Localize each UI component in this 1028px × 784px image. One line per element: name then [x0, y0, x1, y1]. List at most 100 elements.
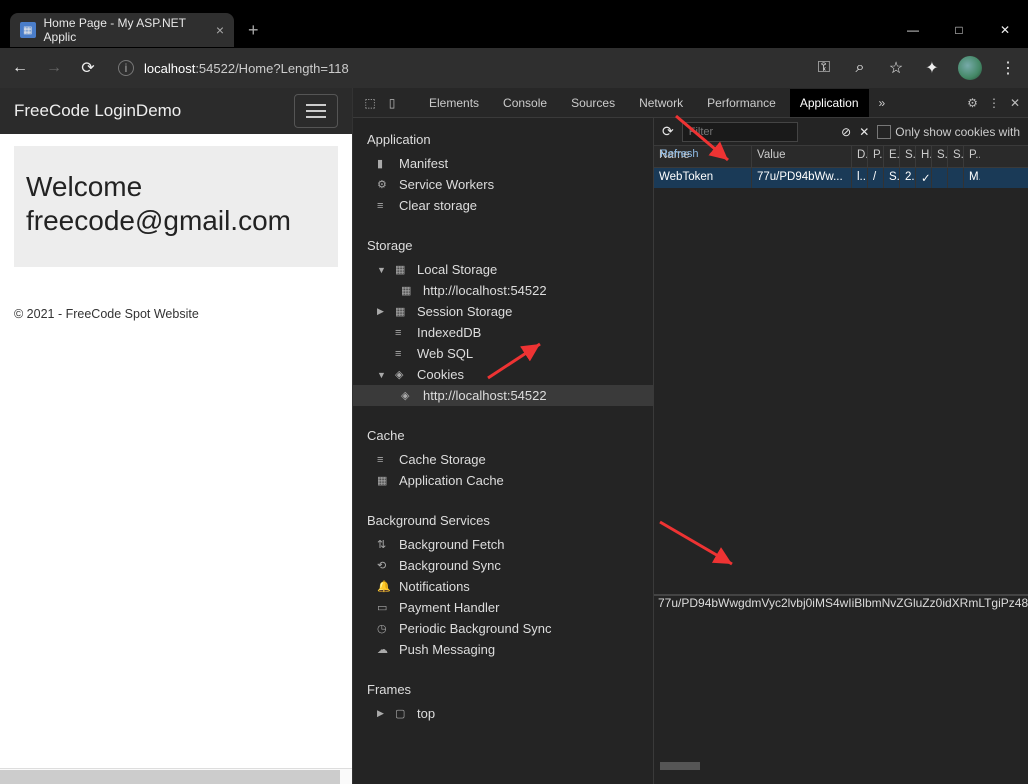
site-info-icon[interactable]: i — [118, 60, 134, 76]
devtools-tab-sources[interactable]: Sources — [561, 89, 625, 117]
nav-toggle-button[interactable] — [294, 94, 338, 128]
sidebar-item-application-cache[interactable]: ▦Application Cache — [353, 470, 653, 491]
database-icon: ≡ — [377, 454, 391, 466]
sidebar-item-cookies[interactable]: ▼◈Cookies — [353, 364, 653, 385]
cookie-detail-pane[interactable]: 77u/PD94bWwgdmVyc2lvbj0iMS4wIiBlbmNvZGlu… — [654, 594, 1028, 774]
window-maximize[interactable]: □ — [936, 12, 982, 48]
detail-scrollbar[interactable] — [654, 762, 1028, 772]
section-storage: Storage — [353, 232, 653, 259]
bookmark-star-icon[interactable]: ☆ — [886, 58, 906, 78]
col-value[interactable]: Value — [752, 146, 852, 167]
sidebar-item-session-storage[interactable]: ▶▦Session Storage — [353, 301, 653, 322]
delete-icon[interactable]: ✕ — [859, 125, 869, 139]
settings-gear-icon[interactable]: ⚙ — [967, 96, 978, 110]
database-icon: ≡ — [377, 200, 391, 212]
window-minimize[interactable]: — — [890, 12, 936, 48]
sidebar-item-manifest[interactable]: ▮Manifest — [353, 153, 653, 174]
horizontal-scrollbar[interactable] — [0, 768, 352, 784]
tab-title: Home Page - My ASP.NET Applic — [44, 16, 216, 44]
device-toggle-icon[interactable]: ▯ — [383, 96, 401, 110]
document-icon: ▮ — [377, 157, 391, 170]
cookie-name: WebToken — [654, 168, 752, 188]
expand-icon[interactable]: ▼ — [377, 265, 387, 275]
col-httponly[interactable]: H. — [916, 146, 932, 167]
clear-all-icon[interactable]: ⊘ — [841, 125, 851, 139]
site-brand[interactable]: FreeCode LoginDemo — [14, 101, 181, 121]
gear-icon: ⚙ — [377, 178, 391, 191]
close-devtools-icon[interactable]: ✕ — [1010, 96, 1020, 110]
inspect-icon[interactable]: ⬚ — [361, 96, 379, 110]
clock-icon: ◷ — [377, 622, 391, 635]
expand-icon[interactable]: ▶ — [377, 306, 387, 317]
search-icon[interactable]: ⌕ — [850, 59, 870, 77]
sidebar-item-cookies-origin[interactable]: ◈http://localhost:54522 — [353, 385, 653, 406]
reload-button[interactable]: ⟳ — [78, 58, 98, 78]
address-bar[interactable]: i localhost:54522/Home?Length=118 — [112, 54, 800, 82]
devtools-tab-elements[interactable]: Elements — [419, 89, 489, 117]
sidebar-item-websql[interactable]: ≡Web SQL — [353, 343, 653, 364]
expand-icon[interactable]: ▶ — [377, 708, 387, 719]
menu-icon[interactable]: ⋮ — [998, 58, 1018, 78]
only-cookies-checkbox[interactable]: Only show cookies with — [877, 125, 1020, 139]
col-samesite[interactable]: S.. — [948, 146, 964, 167]
sidebar-item-periodic-sync[interactable]: ◷Periodic Background Sync — [353, 618, 653, 639]
sidebar-item-indexeddb[interactable]: ≡IndexedDB — [353, 322, 653, 343]
grid-icon: ▦ — [395, 263, 409, 276]
expand-icon[interactable]: ▼ — [377, 370, 387, 380]
extensions-icon[interactable]: ✦ — [922, 58, 942, 78]
devtools-tab-performance[interactable]: Performance — [697, 89, 786, 117]
sidebar-item-service-workers[interactable]: ⚙Service Workers — [353, 174, 653, 195]
window-close[interactable]: ✕ — [982, 12, 1028, 48]
filter-input[interactable] — [682, 122, 798, 142]
sidebar-item-push-messaging[interactable]: ☁Push Messaging — [353, 639, 653, 660]
col-size[interactable]: S.. — [900, 146, 916, 167]
refresh-icon[interactable]: ⟳ — [662, 123, 674, 140]
sidebar-item-clear-storage[interactable]: ≡Clear storage — [353, 195, 653, 216]
fetch-icon: ⇅ — [377, 538, 391, 551]
section-background: Background Services — [353, 507, 653, 534]
browser-tab[interactable]: ▦ Home Page - My ASP.NET Applic × — [10, 13, 234, 47]
close-tab-icon[interactable]: × — [216, 22, 224, 38]
devtools-tab-application[interactable]: Application — [790, 89, 869, 117]
col-domain[interactable]: D. — [852, 146, 868, 167]
devtools-menu-icon[interactable]: ⋮ — [988, 96, 1000, 110]
refresh-tooltip: Refresh — [660, 148, 699, 160]
col-expires[interactable]: E.. — [884, 146, 900, 167]
grid-icon: ▦ — [377, 474, 391, 487]
sidebar-item-top-frame[interactable]: ▶▢top — [353, 703, 653, 724]
col-path[interactable]: P. — [868, 146, 884, 167]
devtools-tab-console[interactable]: Console — [493, 89, 557, 117]
devtools-more-tabs[interactable]: » — [873, 96, 892, 110]
url-text: localhost:54522/Home?Length=118 — [144, 61, 349, 76]
sidebar-item-payment-handler[interactable]: ▭Payment Handler — [353, 597, 653, 618]
cookie-value: 77u/PD94bWw... — [752, 168, 852, 188]
grid-icon: ▦ — [395, 305, 409, 318]
section-frames: Frames — [353, 676, 653, 703]
section-cache: Cache — [353, 422, 653, 449]
welcome-heading: Welcome freecode@gmail.com — [26, 170, 326, 237]
col-secure[interactable]: S.. — [932, 146, 948, 167]
sidebar-item-background-fetch[interactable]: ⇅Background Fetch — [353, 534, 653, 555]
sidebar-item-local-storage-origin[interactable]: ▦http://localhost:54522 — [353, 280, 653, 301]
cookie-row[interactable]: WebToken 77u/PD94bWw... l... / S... 2...… — [654, 168, 1028, 188]
grid-icon: ▦ — [401, 284, 415, 297]
card-icon: ▭ — [377, 601, 391, 614]
database-icon: ≡ — [395, 327, 409, 339]
devtools-tab-network[interactable]: Network — [629, 89, 693, 117]
password-key-icon[interactable]: ⚿ — [814, 59, 834, 77]
col-priority[interactable]: P.. — [964, 146, 980, 167]
sidebar-item-local-storage[interactable]: ▼▦Local Storage — [353, 259, 653, 280]
sidebar-item-cache-storage[interactable]: ≡Cache Storage — [353, 449, 653, 470]
sync-icon: ⟲ — [377, 559, 391, 572]
sidebar-item-background-sync[interactable]: ⟲Background Sync — [353, 555, 653, 576]
welcome-card: Welcome freecode@gmail.com — [14, 146, 338, 267]
frame-icon: ▢ — [395, 707, 409, 720]
sidebar-item-notifications[interactable]: 🔔Notifications — [353, 576, 653, 597]
profile-avatar[interactable] — [958, 56, 982, 80]
page-footer: © 2021 - FreeCode Spot Website — [14, 307, 338, 321]
cookie-icon: ◈ — [401, 389, 415, 402]
back-button[interactable]: ← — [10, 59, 30, 77]
cloud-icon: ☁ — [377, 643, 391, 656]
forward-button[interactable]: → — [44, 59, 64, 77]
new-tab-button[interactable]: + — [248, 20, 259, 41]
